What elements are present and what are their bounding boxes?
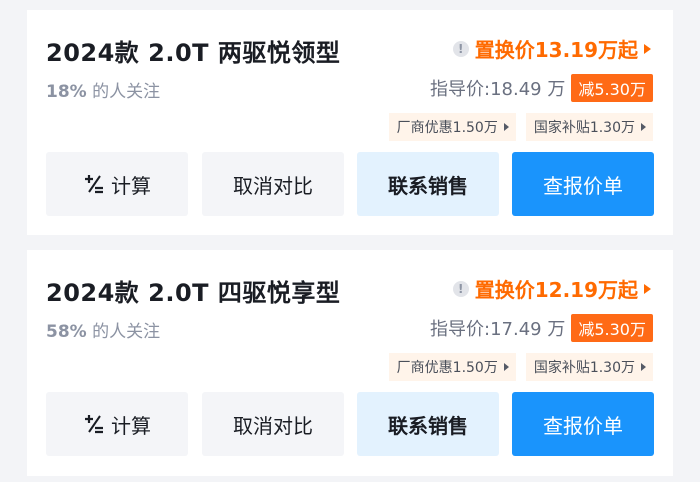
discount-badge: 减5.30万 (571, 314, 653, 342)
promo-tag-subsidy[interactable]: 国家补贴1.30万 (525, 113, 653, 141)
promo-label: 厂商优惠1.50万 (396, 360, 498, 376)
trade-in-price: 置换价13.19万起 (474, 38, 638, 62)
contact-sales-button[interactable]: 联系销售 (357, 392, 499, 456)
trim-title[interactable]: 2024款 2.0T 四驱悦享型 (46, 273, 340, 308)
cancel-compare-button[interactable]: 取消对比 (202, 392, 344, 456)
trim-card: 2024款 2.0T 两驱悦领型 18% 的人关注 ! 置换价13.19万起 指… (27, 10, 673, 235)
chevron-right-icon (644, 43, 651, 54)
promo-tag-manufacturer[interactable]: 厂商优惠1.50万 (388, 353, 516, 381)
info-icon[interactable]: ! (452, 280, 469, 297)
calculate-button[interactable]: 计算 (46, 392, 188, 456)
trim-card: 2024款 2.0T 四驱悦享型 58% 的人关注 ! 置换价12.19万起 指… (27, 250, 673, 476)
promo-tag-subsidy[interactable]: 国家补贴1.30万 (525, 353, 653, 381)
guide-price: 指导价:17.49 万 (430, 319, 566, 340)
contact-sales-button[interactable]: 联系销售 (357, 152, 499, 216)
promo-label: 国家补贴1.30万 (533, 360, 635, 376)
discount-badge: 减5.30万 (571, 74, 653, 102)
follow-rate: 58% 的人关注 (46, 317, 160, 342)
chevron-right-icon (641, 123, 646, 131)
calculate-label: 计算 (111, 413, 151, 438)
follow-rate: 18% 的人关注 (46, 77, 160, 102)
follow-suffix: 的人关注 (92, 82, 161, 102)
cancel-compare-button[interactable]: 取消对比 (202, 152, 344, 216)
chevron-right-icon (503, 363, 509, 371)
follow-percent: 58% (46, 322, 87, 342)
guide-price: 指导价:18.49 万 (430, 79, 566, 100)
calculate-label: 计算 (111, 173, 151, 198)
get-quote-button[interactable]: 查报价单 (512, 152, 654, 216)
get-quote-button[interactable]: 查报价单 (512, 392, 654, 456)
chevron-right-icon (641, 363, 646, 371)
calculator-plus-minus-icon (85, 415, 103, 434)
guide-price-row: 指导价:18.49 万 减5.30万 (430, 74, 653, 102)
guide-price-row: 指导价:17.49 万 减5.30万 (430, 314, 653, 342)
trim-title[interactable]: 2024款 2.0T 两驱悦领型 (46, 33, 340, 68)
promo-label: 国家补贴1.30万 (533, 120, 635, 136)
trade-in-price: 置换价12.19万起 (474, 278, 638, 302)
follow-percent: 18% (46, 82, 87, 102)
promo-tags: 厂商优惠1.50万 国家补贴1.30万 (379, 353, 653, 381)
calculator-plus-minus-icon (85, 175, 103, 194)
info-icon[interactable]: ! (452, 40, 469, 57)
promo-label: 厂商优惠1.50万 (396, 120, 498, 136)
follow-suffix: 的人关注 (92, 322, 161, 342)
trade-in-price-link[interactable]: ! 置换价13.19万起 (452, 34, 651, 63)
chevron-right-icon (503, 123, 509, 131)
trade-in-price-link[interactable]: ! 置换价12.19万起 (452, 274, 651, 303)
promo-tag-manufacturer[interactable]: 厂商优惠1.50万 (388, 113, 516, 141)
chevron-right-icon (644, 283, 651, 294)
promo-tags: 厂商优惠1.50万 国家补贴1.30万 (379, 113, 653, 141)
calculate-button[interactable]: 计算 (46, 152, 188, 216)
